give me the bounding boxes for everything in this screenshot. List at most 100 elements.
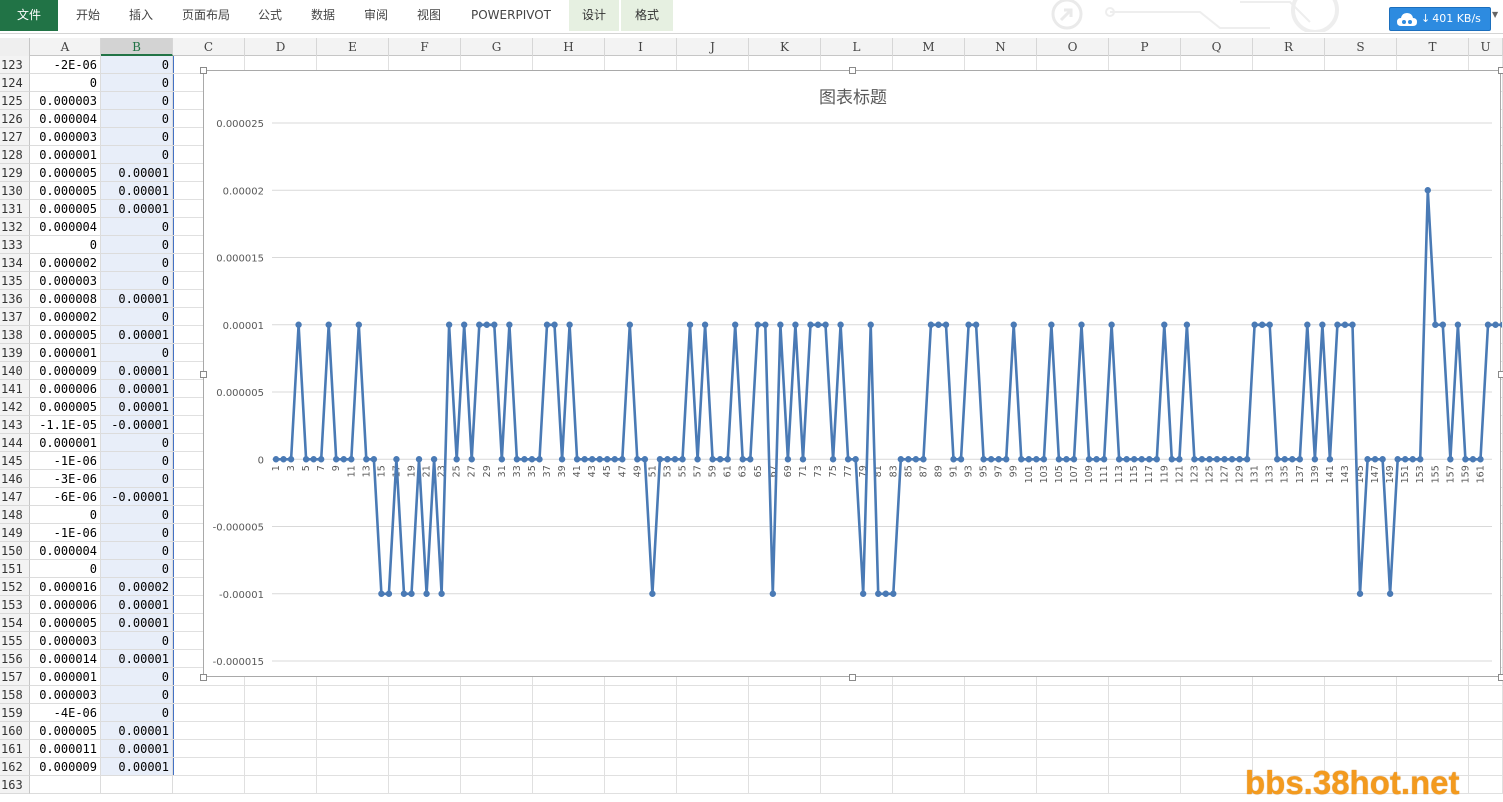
select-all-corner[interactable] [0, 38, 30, 56]
row-number[interactable]: 127 [0, 128, 30, 146]
empty-cell[interactable] [677, 686, 749, 704]
cell-b[interactable]: 0 [101, 236, 173, 254]
ribbon-tab-2[interactable]: 插入 [116, 0, 166, 31]
data-point[interactable] [1447, 456, 1454, 463]
cell-a[interactable]: 0.000004 [30, 542, 101, 560]
ribbon-tab-1[interactable]: 开始 [62, 0, 114, 31]
data-point[interactable] [543, 321, 551, 328]
empty-cell[interactable] [533, 776, 605, 794]
row-number[interactable]: 138 [0, 326, 30, 344]
data-point[interactable] [1085, 456, 1093, 463]
data-point[interactable] [739, 456, 746, 463]
ribbon-tab-5[interactable]: 数据 [298, 0, 348, 31]
empty-cell[interactable] [1397, 740, 1469, 758]
data-point[interactable] [596, 456, 603, 463]
data-point[interactable] [1417, 456, 1424, 463]
cell-b[interactable]: 0 [101, 128, 173, 146]
cell-a[interactable]: 0.000001 [30, 434, 101, 452]
empty-cell[interactable] [245, 758, 317, 776]
row-number[interactable]: 123 [0, 56, 30, 74]
empty-cell[interactable] [1469, 776, 1503, 794]
data-point[interactable] [1213, 456, 1221, 463]
data-point[interactable] [604, 456, 611, 463]
cell-a[interactable]: 0.000014 [30, 650, 101, 668]
data-point[interactable] [1364, 456, 1371, 463]
row-number[interactable]: 161 [0, 740, 30, 758]
resize-handle[interactable] [849, 67, 856, 74]
empty-cell[interactable] [1397, 704, 1469, 722]
data-point[interactable] [859, 590, 867, 597]
column-header-p[interactable]: P [1109, 38, 1181, 56]
data-point[interactable] [626, 321, 634, 328]
cell-a[interactable]: 0.000001 [30, 146, 101, 164]
data-point[interactable] [355, 321, 363, 328]
data-point[interactable] [340, 456, 347, 463]
empty-cell[interactable] [677, 740, 749, 758]
data-point[interactable] [566, 321, 573, 328]
cell-b[interactable]: 0 [101, 542, 173, 560]
data-point[interactable] [1477, 456, 1484, 463]
cell-b[interactable]: 0.00001 [101, 326, 173, 344]
empty-cell[interactable] [533, 758, 605, 776]
empty-cell[interactable] [1037, 686, 1109, 704]
data-point[interactable] [1386, 590, 1394, 597]
row-number[interactable]: 153 [0, 596, 30, 614]
data-point[interactable] [1394, 456, 1401, 463]
row-number[interactable]: 147 [0, 488, 30, 506]
data-point[interactable] [551, 321, 558, 328]
data-point[interactable] [920, 456, 927, 463]
empty-cell[interactable] [1181, 722, 1253, 740]
cell-b[interactable]: 0.00001 [101, 200, 173, 218]
data-point[interactable] [867, 321, 874, 328]
empty-cell[interactable] [1325, 686, 1397, 704]
empty-cell[interactable] [965, 722, 1037, 740]
cell-a[interactable]: 0.000005 [30, 200, 101, 218]
data-point[interactable] [453, 456, 460, 463]
cell-b[interactable]: 0 [101, 686, 173, 704]
data-point[interactable] [935, 321, 942, 328]
cell-b[interactable]: 0.00001 [101, 740, 173, 758]
empty-cell[interactable] [821, 722, 893, 740]
empty-cell[interactable] [1469, 704, 1503, 722]
data-point[interactable] [1146, 456, 1153, 463]
empty-cell[interactable] [965, 776, 1037, 794]
cell-b[interactable]: 0.00001 [101, 290, 173, 308]
row-number[interactable]: 150 [0, 542, 30, 560]
empty-cell[interactable] [461, 704, 533, 722]
cell-b[interactable]: 0 [101, 218, 173, 236]
data-point[interactable] [513, 456, 521, 463]
data-point[interactable] [521, 456, 528, 463]
empty-cell[interactable] [677, 704, 749, 722]
column-header-f[interactable]: F [389, 38, 461, 56]
data-point[interactable] [415, 456, 423, 463]
empty-cell[interactable] [1469, 758, 1503, 776]
row-number[interactable]: 137 [0, 308, 30, 326]
empty-cell[interactable] [1181, 776, 1253, 794]
cell-a[interactable]: 0.000003 [30, 92, 101, 110]
row-number[interactable]: 157 [0, 668, 30, 686]
cell-a[interactable]: 0.000005 [30, 614, 101, 632]
cell-b[interactable]: -0.00001 [101, 416, 173, 434]
data-point[interactable] [852, 456, 859, 463]
data-point[interactable] [679, 456, 686, 463]
resize-handle[interactable] [1498, 674, 1503, 681]
empty-cell[interactable] [173, 740, 245, 758]
data-point[interactable] [1274, 456, 1281, 463]
data-point[interactable] [468, 456, 475, 463]
download-speed-badge[interactable]: ↓ 401 KB/s [1389, 7, 1491, 31]
data-point[interactable] [671, 456, 679, 463]
column-header-j[interactable]: J [677, 38, 749, 56]
row-number[interactable]: 149 [0, 524, 30, 542]
data-point[interactable] [656, 456, 664, 463]
empty-cell[interactable] [1253, 704, 1325, 722]
empty-cell[interactable] [317, 722, 389, 740]
empty-cell[interactable] [389, 722, 461, 740]
data-point[interactable] [460, 321, 468, 328]
empty-cell[interactable] [1253, 686, 1325, 704]
empty-cell[interactable] [1109, 704, 1181, 722]
cell-a[interactable]: 0.000006 [30, 380, 101, 398]
cell-a[interactable]: -1.1E-05 [30, 416, 101, 434]
cell-b[interactable]: 0 [101, 344, 173, 362]
data-point[interactable] [1251, 321, 1258, 328]
cell-a[interactable]: 0.000001 [30, 344, 101, 362]
